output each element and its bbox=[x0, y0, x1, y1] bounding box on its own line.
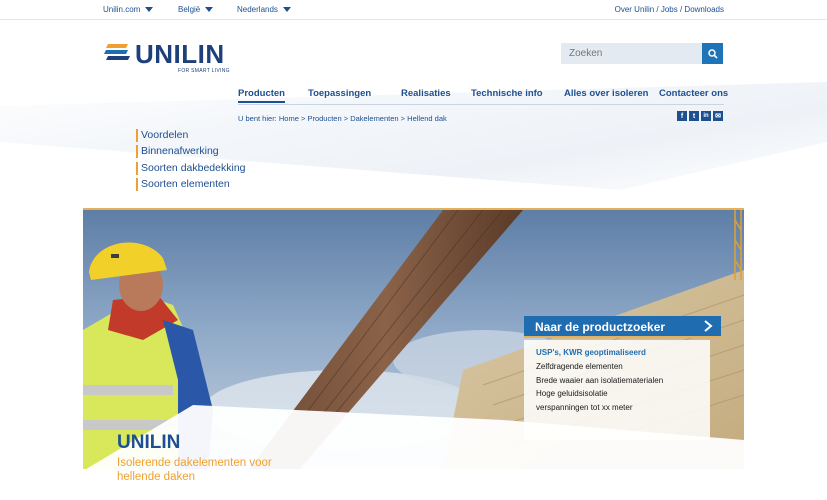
language-select[interactable]: Nederlands bbox=[237, 5, 291, 14]
utility-links[interactable]: Over Unilin / Jobs / Downloads bbox=[615, 5, 724, 14]
subnav-item-voordelen[interactable]: Voordelen bbox=[136, 129, 246, 142]
logo-mark-icon bbox=[104, 44, 130, 60]
breadcrumb: U bent hier: Home > Producten > Dakeleme… bbox=[238, 114, 447, 123]
chevron-down-icon bbox=[282, 7, 291, 12]
language-select-label: Nederlands bbox=[237, 5, 278, 14]
usp-item: Hoge geluidsisolatie bbox=[536, 389, 608, 399]
country-select[interactable]: België bbox=[178, 5, 214, 14]
sub-nav: Voordelen Binnenafwerking Soorten dakbed… bbox=[136, 129, 246, 195]
linkedin-icon[interactable]: in bbox=[701, 111, 711, 121]
mail-icon[interactable]: ✉ bbox=[713, 111, 723, 121]
usp-item: verspanningen tot xx meter bbox=[536, 402, 633, 412]
search-button[interactable] bbox=[702, 43, 723, 64]
chevron-down-icon bbox=[205, 7, 214, 12]
subnav-item-binnenafwerking[interactable]: Binnenafwerking bbox=[136, 145, 246, 159]
twitter-icon[interactable]: t bbox=[689, 111, 699, 121]
breadcrumb-item-hellend-dak[interactable]: Hellend dak bbox=[407, 114, 447, 123]
subnav-item-soorten-elementen[interactable]: Soorten elementen bbox=[136, 178, 246, 192]
country-select-label: België bbox=[178, 5, 201, 14]
facebook-icon[interactable]: f bbox=[677, 111, 687, 121]
logo-tagline: FOR SMART LIVING bbox=[178, 68, 230, 74]
social-links: f t in ✉ bbox=[677, 111, 723, 121]
search-bar bbox=[561, 43, 723, 64]
productfinder-button-label: Naar de productzoeker bbox=[535, 320, 666, 334]
nav-item-alles-over-isoleren[interactable]: Alles over isoleren bbox=[564, 88, 648, 99]
site-select[interactable]: Unilin.com bbox=[103, 5, 154, 14]
subnav-item-soorten-dakbedekking[interactable]: Soorten dakbedekking bbox=[136, 161, 246, 175]
breadcrumb-item-dakelementen[interactable]: Dakelementen bbox=[350, 114, 398, 123]
usp-item: Zelfdragende elementen bbox=[536, 362, 623, 371]
main-nav: Producten Toepassingen Realisaties Techn… bbox=[238, 88, 728, 104]
search-icon bbox=[707, 48, 718, 59]
hero-subtitle: Isolerende dakelementen voor hellende da… bbox=[117, 457, 272, 483]
hero-title: UNILIN bbox=[117, 432, 181, 453]
chevron-right-icon bbox=[704, 320, 713, 332]
breadcrumb-item-home[interactable]: Home bbox=[279, 114, 299, 123]
top-utility-bar: Unilin.com België Nederlands Over Unilin… bbox=[0, 0, 827, 20]
nav-item-technische-info[interactable]: Technische info bbox=[471, 88, 543, 99]
nav-item-producten[interactable]: Producten bbox=[238, 88, 285, 103]
nav-item-realisaties[interactable]: Realisaties bbox=[401, 88, 451, 99]
search-input[interactable] bbox=[561, 43, 702, 64]
breadcrumb-prefix: U bent hier: bbox=[238, 114, 277, 123]
usp-heading[interactable]: USP's, KWR geoptimaliseerd bbox=[536, 348, 710, 357]
productfinder-button[interactable]: Naar de productzoeker bbox=[524, 316, 721, 338]
breadcrumb-item-producten[interactable]: Producten bbox=[307, 114, 341, 123]
nav-item-contacteer-ons[interactable]: Contacteer ons bbox=[659, 88, 728, 99]
site-select-label: Unilin.com bbox=[103, 5, 141, 14]
nav-divider bbox=[238, 104, 724, 105]
usp-item: Brede waaier aan isolatiematerialen bbox=[536, 375, 664, 385]
usp-panel: USP's, KWR geoptimaliseerd Zelfdragende … bbox=[524, 340, 710, 440]
logo-text: UNILIN bbox=[135, 39, 225, 69]
chevron-down-icon bbox=[145, 7, 154, 12]
nav-item-toepassingen[interactable]: Toepassingen bbox=[308, 88, 371, 99]
